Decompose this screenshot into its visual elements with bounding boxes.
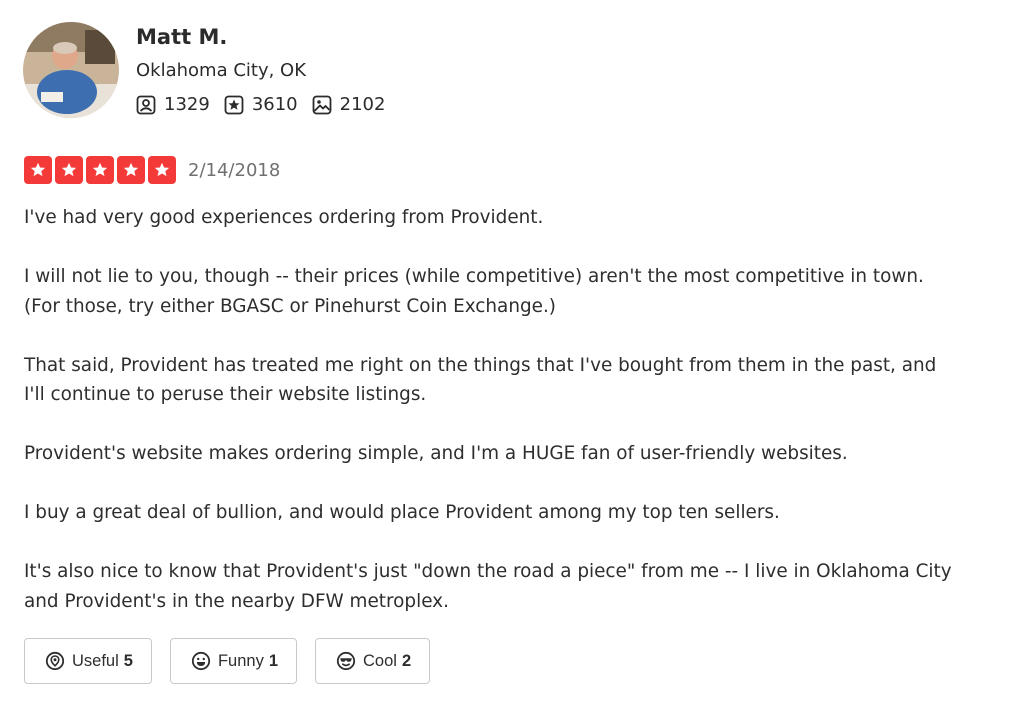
- star-icon: [24, 156, 52, 184]
- review-line: That said, Provident has treated me righ…: [24, 354, 937, 376]
- user-stats: 1329 3610 2102: [136, 94, 399, 115]
- reviews-count-value: 3610: [251, 94, 298, 115]
- star-icon: [86, 156, 114, 184]
- review-text: I've had very good experiences ordering …: [24, 203, 999, 646]
- review-line: I will not lie to you, though -- their p…: [24, 266, 924, 287]
- useful-count: 5: [123, 651, 133, 670]
- friends-count: 1329: [136, 94, 210, 115]
- reviews-star-icon: [224, 95, 244, 114]
- funny-label: Funny: [217, 651, 264, 670]
- user-name[interactable]: Matt M.: [136, 25, 227, 49]
- user-location: Oklahoma City, OK: [136, 60, 307, 81]
- cool-icon: [336, 651, 356, 671]
- photos-count-value: 2102: [339, 94, 386, 115]
- user-avatar[interactable]: [23, 22, 119, 118]
- review-line: and Provident's in the nearby DFW metrop…: [24, 590, 449, 612]
- reviews-count: 3610: [224, 94, 298, 115]
- review-paragraph: I've had very good experiences ordering …: [24, 203, 999, 233]
- funny-count: 1: [268, 651, 279, 670]
- cool-button[interactable]: Cool 2: [315, 638, 431, 684]
- star-icon: [55, 156, 83, 184]
- review-line: It's also nice to know that Provident's …: [24, 561, 952, 582]
- star-rating: [24, 156, 179, 184]
- review-paragraph: That said, Provident has treated me righ…: [24, 351, 999, 410]
- review-line: Provident's website makes ordering simpl…: [24, 443, 848, 464]
- review-line: (For those, try either BGASC or Pinehurs…: [24, 295, 556, 317]
- useful-label: Useful: [72, 651, 119, 670]
- review-paragraph: Provident's website makes ordering simpl…: [24, 439, 999, 469]
- cool-count: 2: [401, 651, 412, 670]
- star-icon: [148, 156, 176, 184]
- friends-icon: [136, 95, 156, 114]
- useful-icon: [45, 651, 65, 671]
- photos-count: 2102: [312, 94, 386, 115]
- funny-button[interactable]: Funny 1: [169, 638, 298, 684]
- star-icon: [117, 156, 145, 184]
- review-reactions: Useful 5 Funny 1 Cool 2: [24, 638, 448, 684]
- photos-icon: [312, 95, 332, 114]
- review-date: 2/14/2018: [188, 159, 281, 181]
- review-paragraph: I buy a great deal of bullion, and would…: [24, 498, 999, 528]
- cool-label: Cool: [363, 651, 397, 670]
- review-line: I buy a great deal of bullion, and would…: [24, 502, 780, 523]
- review-paragraph: It's also nice to know that Provident's …: [24, 557, 999, 616]
- friends-count-value: 1329: [164, 94, 210, 115]
- funny-icon: [191, 651, 211, 671]
- review-line: I'll continue to peruse their website li…: [24, 384, 427, 405]
- review-rating-row: 2/14/2018: [24, 156, 280, 184]
- review-line: I've had very good experiences ordering …: [24, 207, 544, 228]
- avatar-photo: [23, 22, 119, 118]
- useful-button[interactable]: Useful 5: [24, 638, 152, 684]
- review-paragraph: I will not lie to you, though -- their p…: [24, 262, 999, 321]
